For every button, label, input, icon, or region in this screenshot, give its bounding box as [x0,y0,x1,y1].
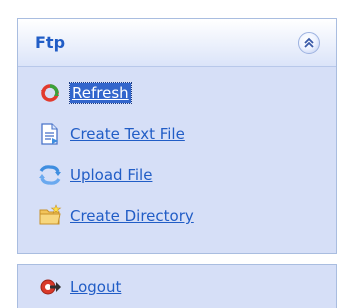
task-logout[interactable]: Logout [38,275,121,299]
task-create-directory[interactable]: Create Directory [38,204,194,228]
logout-panel: Logout [17,264,337,308]
panel-header[interactable]: Ftp [18,19,336,67]
screen: Ftp Refresh Create Text File Upload File… [0,0,349,308]
double-chevron-up-icon [304,37,314,48]
logout-icon [40,279,61,295]
upload-file-link[interactable]: Upload File [70,165,152,185]
refresh-icon [41,84,59,102]
task-refresh[interactable]: Refresh [38,81,132,105]
collapse-button[interactable] [298,32,320,54]
create-text-file-link[interactable]: Create Text File [70,124,185,144]
ftp-task-panel: Ftp Refresh Create Text File Upload File… [17,18,337,254]
create-directory-link[interactable]: Create Directory [70,206,194,226]
task-upload-file[interactable]: Upload File [38,163,152,187]
panel-title: Ftp [35,33,66,52]
refresh-link[interactable]: Refresh [69,82,132,104]
task-create-text-file[interactable]: Create Text File [38,122,185,146]
upload-icon [39,165,61,185]
logout-link[interactable]: Logout [70,277,121,297]
text-file-icon [41,123,58,145]
folder-icon [39,204,62,225]
